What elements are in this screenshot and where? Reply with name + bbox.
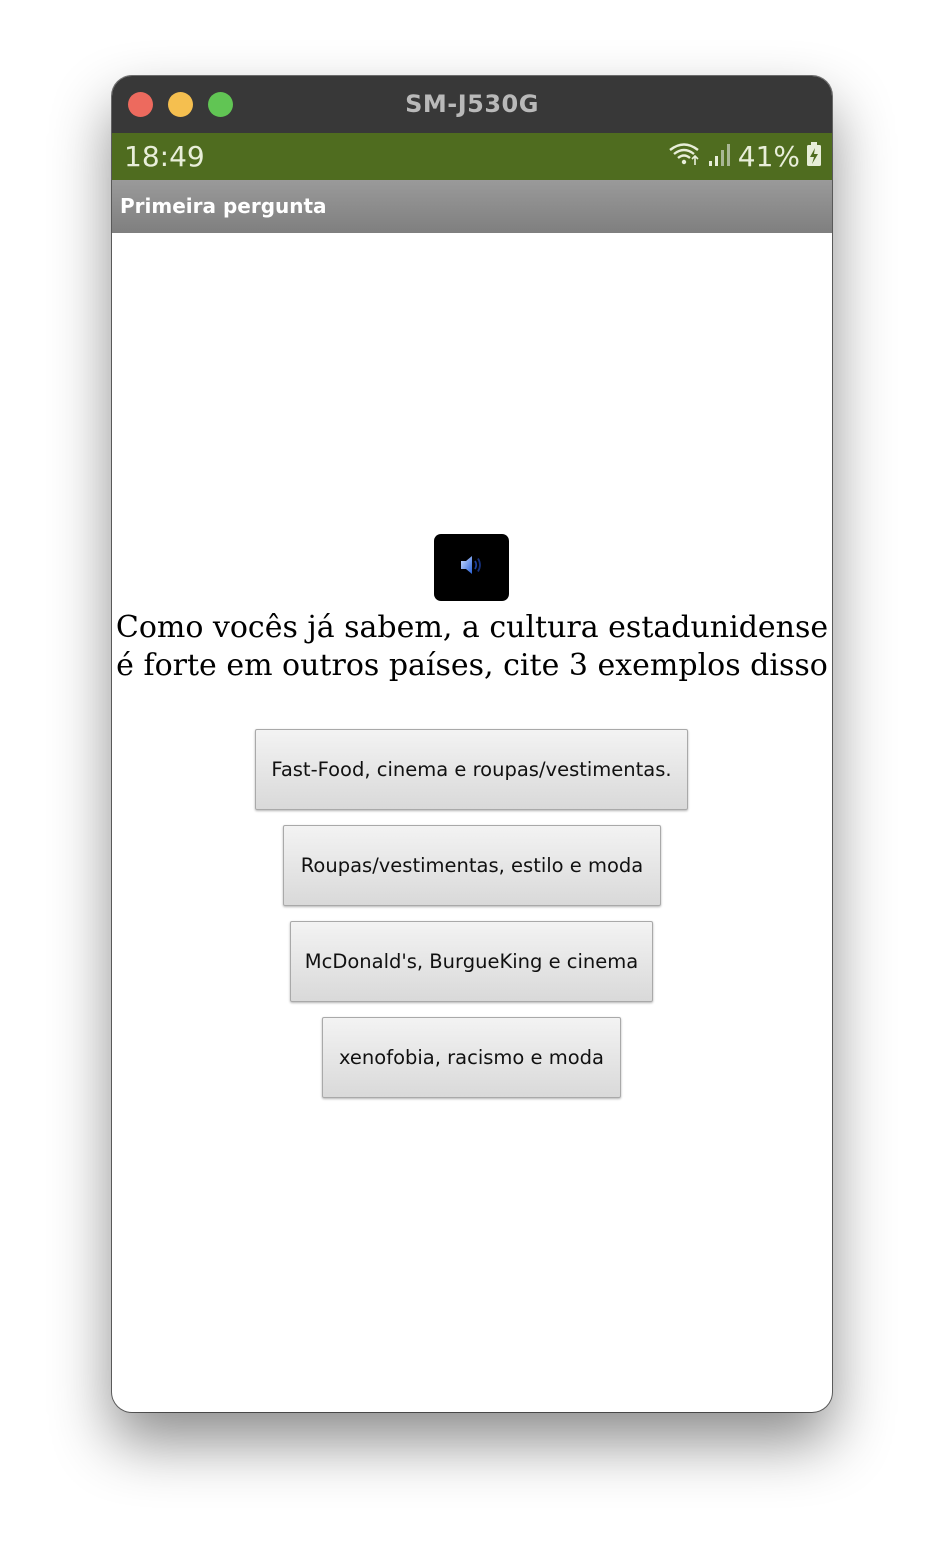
question-line-1: Como vocês já sabem, a cultura estadunid… (115, 610, 829, 645)
answer-button-3[interactable]: McDonald's, BurgueKing e cinema (290, 921, 653, 1002)
battery-charging-icon (806, 141, 822, 172)
question-text: Como vocês já sabem, a cultura estadunid… (112, 609, 832, 685)
question-line-2: é forte em outros países, cite 3 exemplo… (116, 648, 828, 683)
status-time: 18:49 (124, 140, 205, 173)
battery-percent: 41% (737, 140, 800, 173)
play-audio-button[interactable] (434, 534, 509, 601)
app-bar: Primeira pergunta (112, 180, 832, 233)
answer-button-2[interactable]: Roupas/vestimentas, estilo e moda (283, 825, 661, 906)
signal-icon (708, 141, 732, 172)
emulator-window: SM-J530G 18:49 41% Primeira pergunta Com… (112, 76, 832, 1412)
window-title: SM-J530G (405, 90, 539, 118)
screen-title: Primeira pergunta (120, 194, 327, 218)
speaker-icon (458, 553, 486, 582)
answer-button-4[interactable]: xenofobia, racismo e moda (322, 1017, 621, 1098)
window-titlebar: SM-J530G (112, 76, 832, 133)
wifi-icon (668, 141, 702, 172)
answer-button-1[interactable]: Fast-Food, cinema e roupas/vestimentas. (255, 729, 688, 810)
status-icons: 41% (668, 133, 822, 180)
status-bar: 18:49 41% (112, 133, 832, 180)
